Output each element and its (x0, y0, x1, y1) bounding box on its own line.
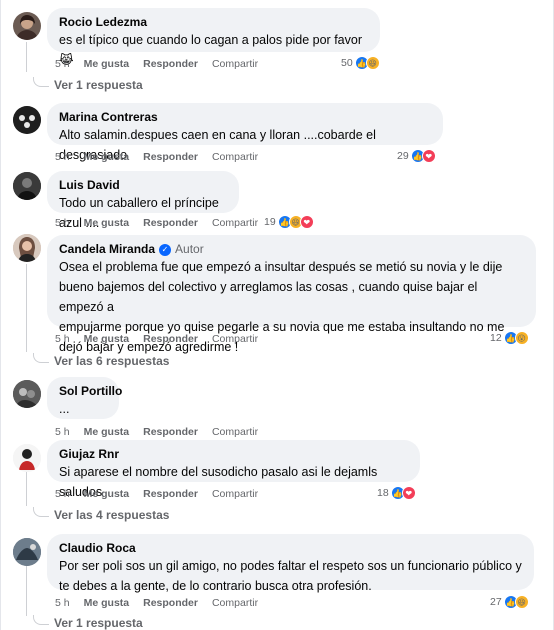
reaction-summary[interactable]: 12 👍 😮 (490, 331, 529, 345)
comment-actions: 5 h Me gusta Responder Compartir (55, 487, 258, 501)
reply-button[interactable]: Responder (143, 216, 198, 230)
comment-time[interactable]: 5 h (55, 596, 70, 610)
view-replies-link[interactable]: Ver 1 respuesta (33, 77, 143, 92)
reaction-summary[interactable]: 29 👍 ❤ (397, 149, 436, 163)
like-button[interactable]: Me gusta (84, 487, 130, 501)
thread-line (26, 472, 27, 506)
comment-author[interactable]: Claudio Roca (59, 541, 136, 556)
comment-text-line: Osea el problema fue que empezó a insult… (59, 260, 503, 274)
thread-line (26, 264, 27, 352)
comment-time[interactable]: 5 h (55, 487, 70, 501)
view-replies-label: Ver 1 respuesta (54, 616, 143, 630)
avatar[interactable] (13, 12, 41, 40)
reply-connector (33, 77, 49, 87)
view-replies-link[interactable]: Ver las 6 respuestas (33, 353, 170, 368)
reply-button[interactable]: Responder (143, 425, 198, 439)
reaction-count: 19 (264, 216, 276, 228)
reaction-count: 29 (397, 150, 409, 162)
comment-actions: 5 h Me gusta Responder Compartir (55, 57, 258, 71)
view-replies-label: Ver 1 respuesta (54, 78, 143, 92)
comment-author[interactable]: Candela Miranda (59, 242, 155, 257)
share-button[interactable]: Compartir (212, 425, 258, 439)
avatar[interactable] (13, 538, 41, 566)
comment-actions: 5 h Me gusta Responder Compartir (55, 216, 258, 230)
reply-connector (33, 615, 49, 625)
comment-time[interactable]: 5 h (55, 332, 70, 346)
share-button[interactable]: Compartir (212, 332, 258, 346)
comment-time[interactable]: 5 h (55, 57, 70, 71)
reply-button[interactable]: Responder (143, 57, 198, 71)
reaction-count: 27 (490, 596, 502, 608)
avatar[interactable] (13, 234, 41, 262)
reaction-count: 18 (377, 487, 389, 499)
reply-connector (33, 507, 49, 517)
reply-connector (33, 353, 49, 363)
avatar[interactable] (13, 172, 41, 200)
heart-icon: ❤ (421, 149, 436, 163)
comment-text-line: te debes a la gente, de lo contrario bus… (59, 579, 372, 593)
share-button[interactable]: Compartir (212, 596, 258, 610)
comment-author[interactable]: Rocio Ledezma (59, 15, 147, 30)
avatar[interactable] (13, 380, 41, 408)
like-button[interactable]: Me gusta (84, 332, 130, 346)
thread-line (26, 566, 27, 616)
comment-text-line: bueno bajemos del colectivo y arreglamos… (59, 280, 478, 314)
thread-line (26, 42, 27, 72)
like-button[interactable]: Me gusta (84, 216, 130, 230)
like-button[interactable]: Me gusta (84, 57, 130, 71)
comment-actions: 5 h Me gusta Responder Compartir (55, 596, 258, 610)
comment-bubble: Rocio Ledezma es el típico que cuando lo… (47, 8, 380, 67)
reply-button[interactable]: Responder (143, 332, 198, 346)
comment-author[interactable]: Marina Contreras (59, 110, 158, 125)
comment-actions: 5 h Me gusta Responder Compartir (55, 425, 258, 439)
view-replies-link[interactable]: Ver 1 respuesta (33, 615, 143, 630)
comment-time[interactable]: 5 h (55, 150, 70, 164)
share-button[interactable]: Compartir (212, 150, 258, 164)
wow-face-icon: 😮 (514, 331, 529, 345)
reply-button[interactable]: Responder (143, 487, 198, 501)
avatar[interactable] (13, 444, 41, 472)
reaction-count: 12 (490, 332, 502, 344)
reaction-summary[interactable]: 50 👍 😆 (341, 56, 380, 70)
heart-icon: ❤ (401, 486, 416, 500)
view-replies-link[interactable]: Ver las 4 respuestas (33, 507, 170, 522)
verified-badge-icon: ✓ (159, 243, 172, 256)
like-button[interactable]: Me gusta (84, 596, 130, 610)
comment-bubble: Luis David Todo un caballero el príncipe… (47, 171, 239, 230)
comment-bubble: Giujaz Rnr Si aparese el nombre del suso… (47, 440, 420, 499)
reaction-count: 50 (341, 57, 353, 69)
comment-bubble: Claudio Roca Por ser poli sos un gil ami… (47, 534, 534, 593)
comment-author[interactable]: Luis David (59, 178, 120, 193)
comment-time[interactable]: 5 h (55, 216, 70, 230)
heart-icon: ❤ (299, 215, 314, 229)
like-button[interactable]: Me gusta (84, 425, 130, 439)
reaction-summary[interactable]: 27 👍 😆 (490, 595, 529, 609)
view-replies-label: Ver las 6 respuestas (54, 354, 170, 368)
reply-button[interactable]: Responder (143, 596, 198, 610)
author-badge: Autor (175, 242, 204, 256)
reaction-summary[interactable]: 19 👍 😆 ❤ (264, 215, 314, 229)
share-button[interactable]: Compartir (212, 487, 258, 501)
comment-bubble: Marina Contreras Alto salamin.despues ca… (47, 103, 443, 162)
comment-bubble: Sol Portillo ... (47, 377, 122, 419)
reaction-summary[interactable]: 18 👍 ❤ (377, 486, 416, 500)
comment-author[interactable]: Giujaz Rnr (59, 447, 119, 462)
comment-text: ... (59, 402, 70, 416)
comment-time[interactable]: 5 h (55, 425, 70, 439)
reply-button[interactable]: Responder (143, 150, 198, 164)
view-replies-label: Ver las 4 respuestas (54, 508, 170, 522)
share-button[interactable]: Compartir (212, 57, 258, 71)
avatar[interactable] (13, 106, 41, 134)
comment-text-line: Por ser poli sos un gil amigo, no podes … (59, 559, 522, 573)
share-button[interactable]: Compartir (212, 216, 258, 230)
laughing-face-icon: 😆 (514, 595, 529, 609)
comments-panel: Rocio Ledezma es el típico que cuando lo… (0, 0, 554, 630)
like-button[interactable]: Me gusta (84, 150, 130, 164)
comment-actions: 5 h Me gusta Responder Compartir (55, 150, 258, 164)
comment-bubble: Candela Miranda ✓ Autor Osea el problema… (47, 235, 536, 354)
comment-actions: 5 h Me gusta Responder Compartir (55, 332, 258, 346)
laughing-face-icon: 😆 (365, 56, 380, 70)
comment-author[interactable]: Sol Portillo (59, 384, 122, 399)
